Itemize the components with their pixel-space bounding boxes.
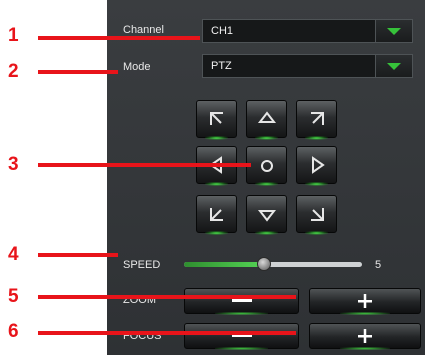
- channel-dropdown-button[interactable]: [375, 20, 412, 42]
- speed-value: 5: [375, 259, 382, 271]
- zoom-in-button[interactable]: [309, 288, 421, 315]
- speed-slider-fill: [184, 262, 264, 267]
- callout-line-6: [38, 331, 296, 335]
- zoom-out-button[interactable]: [184, 288, 299, 315]
- callout-number-4: 4: [8, 244, 19, 265]
- minus-icon: [231, 299, 252, 302]
- callout-line-3: [38, 163, 251, 167]
- speed-slider-handle[interactable]: [257, 257, 271, 271]
- speed-label: SPEED: [123, 259, 161, 271]
- callout-line-5: [38, 295, 296, 299]
- callout-number-2: 2: [8, 61, 19, 82]
- focus-near-button[interactable]: [184, 323, 299, 350]
- callout-line-4: [38, 253, 118, 257]
- chevron-down-icon: [387, 63, 401, 70]
- callout-number-5: 5: [8, 286, 19, 307]
- ptz-up-right-button[interactable]: [296, 100, 337, 140]
- arrow-up-left-icon: [210, 112, 223, 125]
- arrow-up-right-icon: [311, 112, 324, 125]
- mode-label: Mode: [123, 61, 151, 73]
- arrow-down-left-icon: [210, 208, 223, 221]
- channel-select[interactable]: CH1: [202, 19, 413, 43]
- mode-dropdown-button[interactable]: [375, 55, 412, 77]
- channel-label: Channel: [123, 24, 164, 36]
- callout-number-3: 3: [8, 154, 19, 175]
- ptz-down-button[interactable]: [246, 195, 287, 235]
- ptz-right-button[interactable]: [296, 146, 337, 186]
- callout-number-6: 6: [8, 321, 19, 342]
- arrow-right-icon: [312, 156, 325, 174]
- mode-select-value: PTZ: [211, 60, 232, 72]
- focus-far-button[interactable]: [309, 323, 421, 350]
- ptz-down-left-button[interactable]: [196, 195, 237, 235]
- arrow-up-icon: [257, 111, 277, 123]
- callout-line-1: [38, 36, 200, 40]
- callout-number-1: 1: [8, 25, 19, 46]
- ptz-up-button[interactable]: [246, 100, 287, 140]
- channel-select-value: CH1: [211, 25, 234, 37]
- plus-icon: [358, 294, 372, 308]
- center-circle-icon: [261, 160, 273, 172]
- ptz-up-left-button[interactable]: [196, 100, 237, 140]
- chevron-down-icon: [387, 28, 401, 35]
- plus-icon: [358, 329, 372, 343]
- callout-line-2: [38, 70, 118, 74]
- speed-slider[interactable]: [184, 257, 362, 271]
- ptz-center-button[interactable]: [246, 146, 287, 186]
- arrow-down-icon: [257, 210, 277, 222]
- arrow-down-right-icon: [311, 208, 324, 221]
- mode-select[interactable]: PTZ: [202, 54, 413, 78]
- ptz-down-right-button[interactable]: [296, 195, 337, 235]
